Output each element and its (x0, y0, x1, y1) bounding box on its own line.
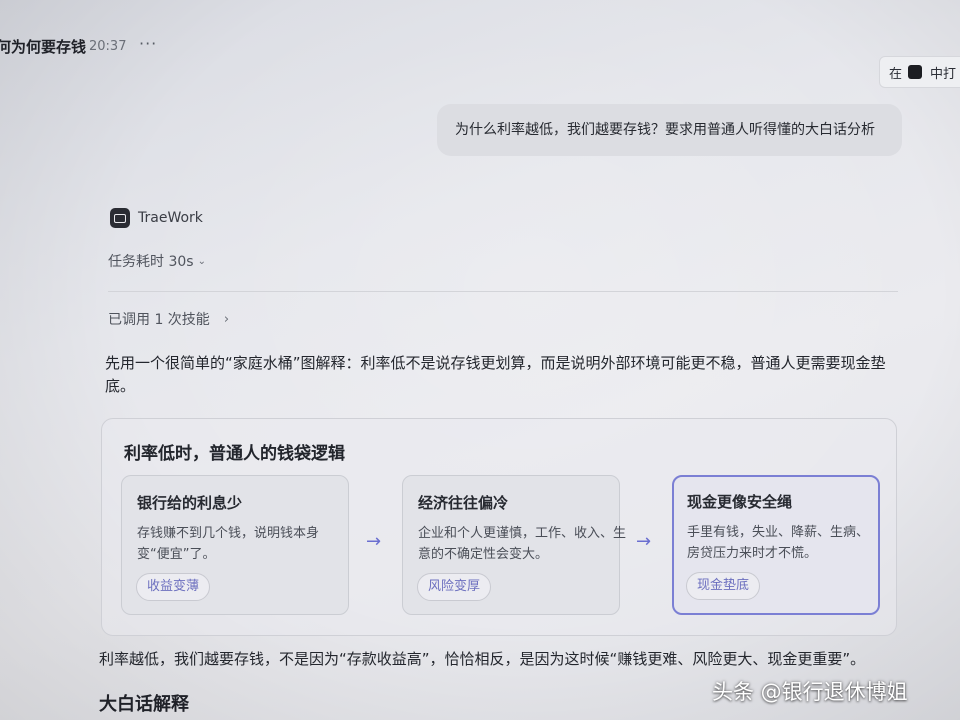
chip-label: 中打 (930, 66, 957, 82)
step-title: 经济往往偏冷 (418, 494, 509, 512)
user-message-bubble: 为什么利率越低，我们越要存钱？要求用普通人听得懂的大白话分析 (437, 104, 902, 156)
bot-logo-icon (110, 208, 130, 228)
watermark: 头条 @银行退休博姐 (712, 680, 908, 704)
app-icon (908, 65, 923, 79)
arrow-right-icon: → (636, 531, 652, 552)
timestamp: 20:37 (89, 39, 127, 54)
answer-summary: 利率越低，我们越要存钱，不是因为“存款收益高”，恰恰相反，是因为这时候“赚钱更难… (99, 650, 866, 668)
step-tag: 收益变薄 (136, 573, 211, 601)
step-card-2: 经济往往偏冷 企业和个人更谨慎，工作、收入、生意的不确定性会变大。 风险变厚 (402, 475, 626, 615)
step-title: 现金更像安全绳 (687, 493, 793, 511)
step-description: 存钱赚不到几个钱，说明钱本身变“便宜”了。 (137, 526, 320, 562)
step-card-1: 银行给的利息少 存钱赚不到几个钱，说明钱本身变“便宜”了。 收益变薄 (121, 475, 349, 615)
chip-prefix: 在 (889, 66, 903, 82)
step-description: 手里有钱，失业、降薪、生病、房贷压力来时才不慌。 (687, 525, 870, 561)
chevron-down-icon: ⌄ (197, 255, 206, 267)
bot-header: TraeWork (110, 208, 203, 228)
chevron-right-icon: › (223, 311, 230, 327)
page-title: 何为何要存钱 (0, 38, 87, 56)
answer-intro: 先用一个很简单的“家庭水桶”图解释：利率低不是说存钱更划算，而是说明外部环境可能… (105, 354, 886, 395)
skills-used-label: 已调用 1 次技能 (108, 312, 210, 328)
section-heading: 大白话解释 (99, 694, 189, 715)
step-tag: 风险变厚 (417, 573, 492, 601)
more-options-icon[interactable]: ··· (139, 34, 157, 53)
task-duration-label: 任务耗时 30s (108, 254, 194, 270)
arrow-right-icon: → (366, 531, 382, 552)
bot-name: TraeWork (138, 210, 203, 226)
card-title: 利率低时，普通人的钱袋逻辑 (124, 444, 345, 464)
step-title: 银行给的利息少 (137, 494, 243, 512)
step-card-3-highlighted: 现金更像安全绳 手里有钱，失业、降薪、生病、房贷压力来时才不慌。 现金垫底 (672, 475, 880, 615)
skills-used-toggle[interactable]: 已调用 1 次技能 › (108, 309, 229, 329)
divider (108, 291, 898, 292)
step-description: 企业和个人更谨慎，工作、收入、生意的不确定性会变大。 (418, 526, 627, 562)
step-tag: 现金垫底 (686, 572, 761, 600)
logic-diagram-card: 利率低时，普通人的钱袋逻辑 银行给的利息少 存钱赚不到几个钱，说明钱本身变“便宜… (101, 418, 897, 636)
task-duration-toggle[interactable]: 任务耗时 30s ⌄ (108, 251, 206, 271)
context-chip[interactable]: 在 中打 (879, 56, 960, 88)
